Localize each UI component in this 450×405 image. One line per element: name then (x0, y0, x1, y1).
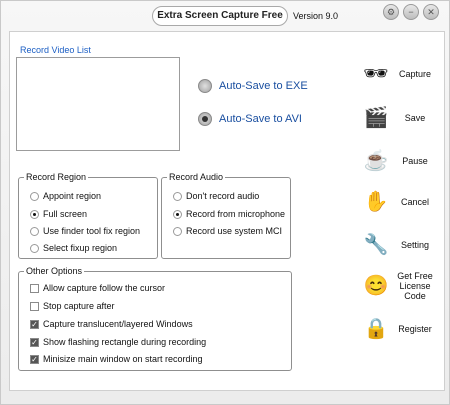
autosave-avi-radio[interactable] (198, 112, 212, 126)
clapperboard-icon: 🎬 (363, 107, 389, 129)
minimize-icon: − (408, 7, 414, 17)
minimize-window-label: Minisize main window on start recording (43, 354, 203, 364)
region-option-full-screen[interactable]: Full screen (30, 209, 87, 219)
record-audio-group: Record Audio Don't record audio Record f… (161, 172, 291, 259)
setting-label: Setting (400, 240, 430, 250)
record-audio-title: Record Audio (167, 172, 226, 182)
other-options-group: Other Options Allow capture follow the c… (18, 266, 292, 371)
capture-translucent-checkbox[interactable]: ✓ (30, 319, 39, 329)
minimize-window-checkbox[interactable]: ✓ (30, 354, 39, 364)
stop-hand-icon: ✋ (363, 191, 389, 213)
autosave-avi-option[interactable]: Auto-Save to AVI (198, 112, 302, 126)
record-video-list[interactable] (16, 57, 180, 151)
region-option-fixup[interactable]: Select fixup region (30, 243, 117, 253)
audio-label-microphone: Record from microphone (186, 209, 286, 219)
option-follow-cursor[interactable]: Allow capture follow the cursor (30, 283, 165, 293)
audio-option-mci[interactable]: Record use system MCI (173, 226, 282, 236)
cancel-button[interactable]: ✋ Cancel (361, 187, 439, 217)
audio-label-mci: Record use system MCI (186, 226, 283, 236)
audio-radio-mci[interactable] (173, 226, 182, 236)
region-label-full-screen: Full screen (43, 209, 88, 219)
main-window: Extra Screen Capture Free Version 9.0 ⚙ … (0, 0, 450, 405)
coffee-cup-icon: ☕ (363, 150, 389, 172)
stop-capture-label: Stop capture after (43, 301, 115, 311)
region-radio-fixup[interactable] (30, 243, 39, 253)
get-free-license-button[interactable]: 😊 Get Free License Code (361, 271, 439, 301)
save-button[interactable]: 🎬 Save (361, 103, 439, 133)
option-flashing-rectangle[interactable]: ✓ Show flashing rectangle during recordi… (30, 337, 206, 347)
minimize-button[interactable]: − (403, 4, 419, 20)
other-options-title: Other Options (24, 266, 85, 276)
region-label-appoint: Appoint region (43, 191, 102, 201)
app-version: Version 9.0 (293, 11, 339, 21)
region-label-finder: Use finder tool fix region (43, 226, 141, 236)
flashing-rectangle-label: Show flashing rectangle during recording (43, 337, 207, 347)
get-free-license-label: Get Free License Code (397, 271, 433, 301)
gear-icon: ⚙ (386, 7, 396, 17)
region-option-finder[interactable]: Use finder tool fix region (30, 226, 140, 236)
record-region-title: Record Region (24, 172, 89, 182)
region-label-fixup: Select fixup region (43, 243, 118, 253)
option-stop-capture[interactable]: Stop capture after (30, 301, 115, 311)
audio-radio-microphone[interactable] (173, 209, 182, 219)
close-icon: ✕ (427, 7, 435, 17)
register-label: Register (398, 324, 432, 334)
settings-window-button[interactable]: ⚙ (383, 4, 399, 20)
option-capture-translucent[interactable]: ✓ Capture translucent/layered Windows (30, 319, 193, 329)
flashing-rectangle-checkbox[interactable]: ✓ (30, 337, 39, 347)
pause-label: Pause (402, 156, 428, 166)
capture-translucent-label: Capture translucent/layered Windows (43, 319, 193, 329)
app-title: Extra Screen Capture Free (152, 6, 288, 26)
audio-radio-none[interactable] (173, 191, 182, 201)
option-minimize-window[interactable]: ✓ Minisize main window on start recordin… (30, 354, 203, 364)
follow-cursor-checkbox[interactable] (30, 283, 39, 293)
capture-button[interactable]: 🕶 Capture (361, 59, 439, 89)
video-list-label: Record Video List (20, 45, 91, 55)
region-option-appoint[interactable]: Appoint region (30, 191, 101, 201)
autosave-exe-label: Auto-Save to EXE (219, 80, 308, 92)
pause-button[interactable]: ☕ Pause (361, 146, 439, 176)
region-radio-full-screen[interactable] (30, 209, 39, 219)
wrench-icon: 🔧 (363, 234, 389, 256)
setting-button[interactable]: 🔧 Setting (361, 230, 439, 260)
autosave-exe-radio[interactable] (198, 79, 212, 93)
cancel-label: Cancel (400, 197, 429, 207)
region-radio-appoint[interactable] (30, 191, 39, 201)
close-button[interactable]: ✕ (423, 4, 439, 20)
audio-option-microphone[interactable]: Record from microphone (173, 209, 285, 219)
capture-label: Capture (398, 69, 432, 79)
autosave-avi-label: Auto-Save to AVI (219, 113, 302, 125)
smiley-flower-icon: 😊 (363, 275, 389, 297)
save-label: Save (404, 113, 426, 123)
record-region-group: Record Region Appoint region Full screen… (18, 172, 158, 259)
region-radio-finder[interactable] (30, 226, 39, 236)
stop-capture-checkbox[interactable] (30, 301, 39, 311)
audio-label-none: Don't record audio (186, 191, 260, 201)
autosave-exe-option[interactable]: Auto-Save to EXE (198, 79, 308, 93)
spy-glasses-icon: 🕶 (363, 63, 389, 85)
audio-option-none[interactable]: Don't record audio (173, 191, 259, 201)
padlock-icon: 🔒 (363, 318, 389, 340)
register-button[interactable]: 🔒 Register (361, 314, 439, 344)
follow-cursor-label: Allow capture follow the cursor (43, 283, 166, 293)
